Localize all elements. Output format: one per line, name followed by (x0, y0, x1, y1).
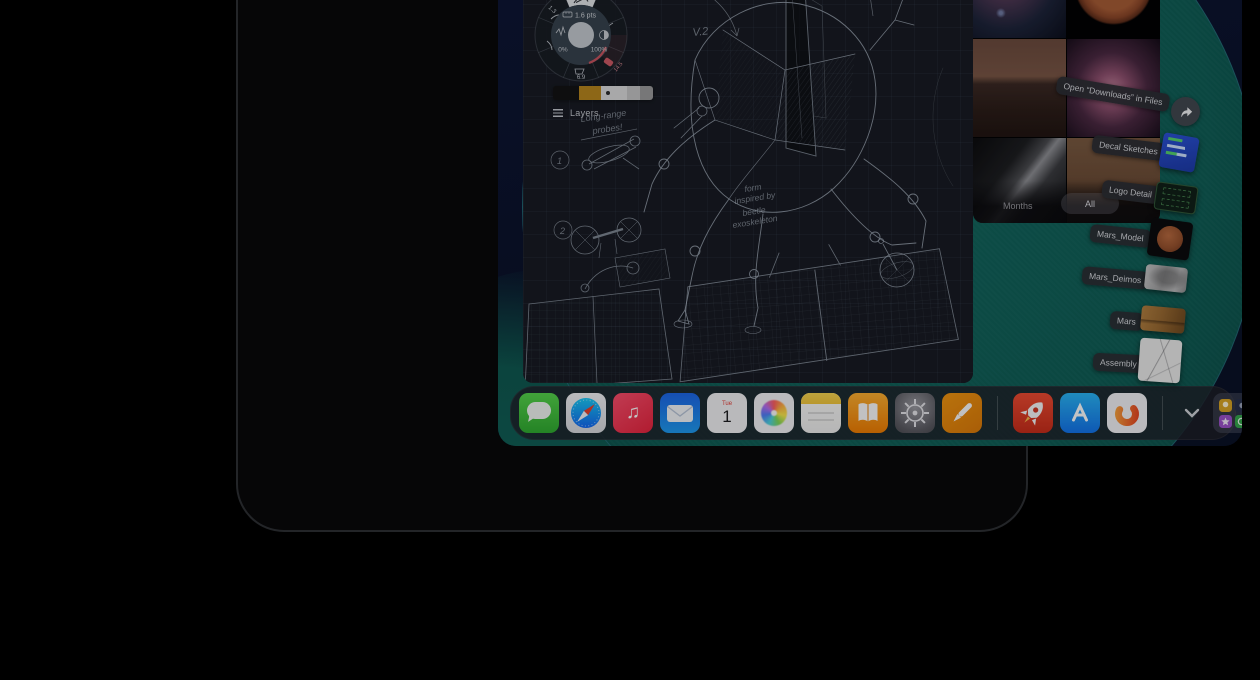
forward-arrow-icon (1177, 103, 1194, 120)
drag-thumb-decal-sketches[interactable] (1158, 132, 1200, 173)
drag-forward-badge (1171, 97, 1200, 126)
drag-thumb-mars-model[interactable] (1147, 217, 1194, 260)
ipad-device: Concepts_blue... 59% 90° PRO (236, 0, 1028, 532)
drag-item-label[interactable]: Decal Sketches (1091, 135, 1166, 161)
drag-item-label[interactable]: Assembly (1093, 353, 1145, 373)
ipad-screen: Concepts_blue... 59% 90° PRO (498, 0, 1242, 446)
drag-thumb-mars-deimos[interactable] (1144, 264, 1188, 293)
drag-drop-layer: Open “Downloads” in Files Decal Sketches… (498, 0, 1242, 446)
drag-item-label[interactable]: Mars_Deimos (1081, 266, 1149, 289)
drag-item-label[interactable]: Logo Detail (1101, 180, 1160, 204)
drag-item-label[interactable]: Mars_Model (1089, 224, 1151, 248)
drag-item-label[interactable]: Mars (1109, 311, 1143, 331)
drag-thumb-mars[interactable] (1140, 305, 1186, 334)
drop-hint-pill: Open “Downloads” in Files (1055, 76, 1170, 112)
page-background: Concepts_blue... 59% 90° PRO (0, 0, 1260, 680)
drag-thumb-assembly[interactable] (1138, 338, 1183, 384)
drag-thumb-logo-detail[interactable] (1153, 181, 1198, 215)
